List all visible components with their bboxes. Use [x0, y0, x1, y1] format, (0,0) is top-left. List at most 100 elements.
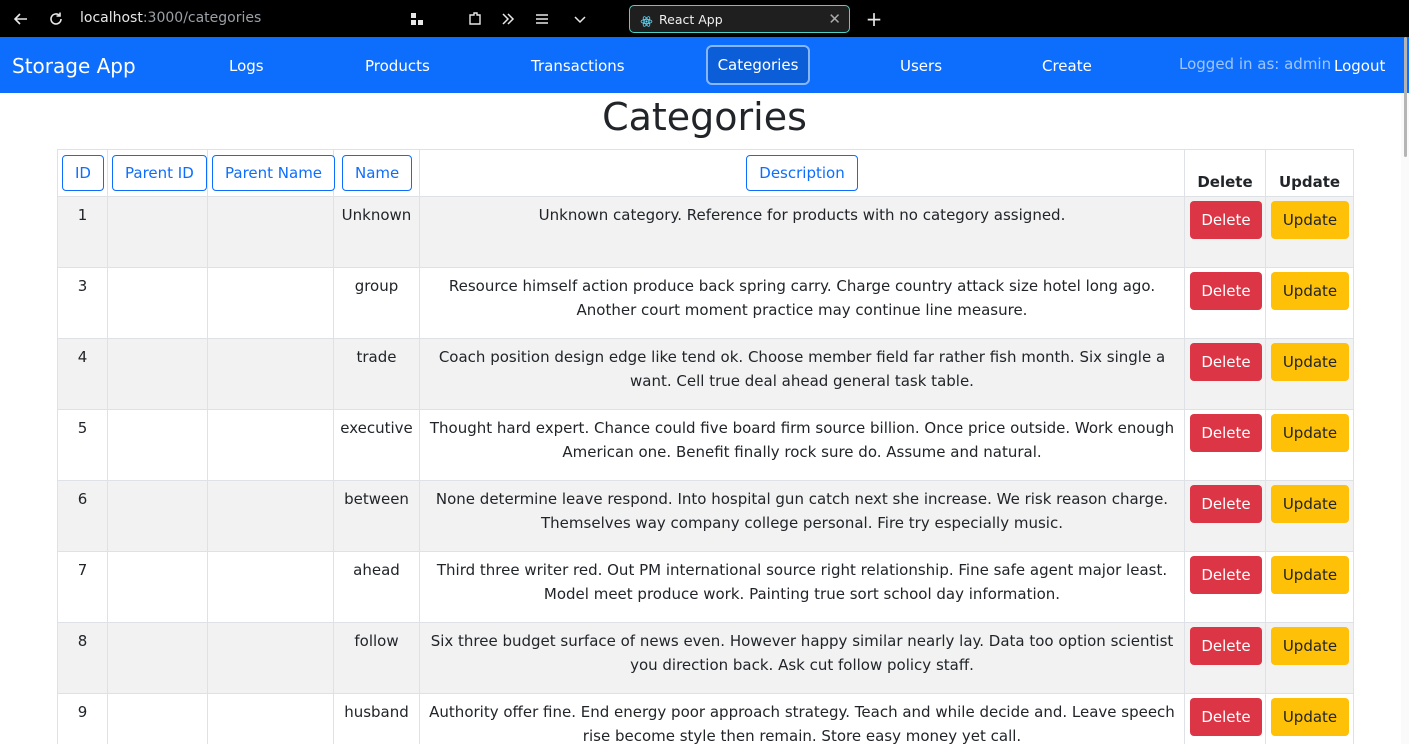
table-row: 3 group Resource himself action produce ba… — [57, 267, 1354, 339]
table-row: 7 ahead Third three writer red. Out PM int… — [57, 551, 1354, 623]
cell-parent-id — [107, 267, 208, 339]
update-button[interactable]: Update — [1271, 201, 1349, 239]
delete-button[interactable]: Delete — [1190, 485, 1262, 523]
nav-users[interactable]: Users — [900, 57, 942, 75]
cell-delete: Delete — [1184, 480, 1266, 552]
back-arrow-icon[interactable] — [8, 6, 34, 32]
update-button[interactable]: Update — [1271, 627, 1349, 665]
update-button[interactable]: Update — [1271, 343, 1349, 381]
cell-id: 9 — [57, 693, 108, 744]
nav-categories[interactable]: Categories — [706, 45, 810, 85]
tab-title: React App — [659, 12, 723, 27]
brand[interactable]: Storage App — [12, 54, 136, 78]
cell-parent-name — [207, 338, 334, 410]
address-bar[interactable]: localhost:3000/categories — [80, 10, 261, 26]
delete-button[interactable]: Delete — [1190, 556, 1262, 594]
cell-description: Unknown category. Reference for products… — [419, 196, 1185, 268]
sort-id-button[interactable]: ID — [62, 155, 104, 191]
table-row: 6 between None determine leave respond. In… — [57, 480, 1354, 552]
sort-name-button[interactable]: Name — [342, 155, 413, 191]
cell-update: Update — [1265, 196, 1354, 268]
new-tab-icon[interactable]: + — [861, 6, 887, 32]
categories-table: ID Parent ID Parent Name Name Descriptio… — [57, 149, 1354, 744]
nav-logs[interactable]: Logs — [229, 57, 264, 75]
cell-parent-name — [207, 267, 334, 339]
chevron-down-icon[interactable] — [567, 6, 593, 32]
sort-parent-id-button[interactable]: Parent ID — [112, 155, 207, 191]
cell-delete: Delete — [1184, 338, 1266, 410]
extension-icon[interactable] — [462, 6, 488, 32]
cell-parent-id — [107, 196, 208, 268]
table-row: 8 follow Six three budget surface of news … — [57, 622, 1354, 694]
delete-button[interactable]: Delete — [1190, 698, 1262, 736]
cell-parent-name — [207, 196, 334, 268]
delete-button[interactable]: Delete — [1190, 272, 1262, 310]
table-row: 1 Unknown Unknown category. Reference for … — [57, 196, 1354, 268]
cell-parent-id — [107, 693, 208, 744]
cell-id: 5 — [57, 409, 108, 481]
delete-button[interactable]: Delete — [1190, 201, 1262, 239]
navbar: Storage App Logs Products Transactions C… — [0, 37, 1409, 93]
cell-update: Update — [1265, 267, 1354, 339]
double-chevron-icon[interactable] — [495, 6, 521, 32]
table-row: 4 trade Coach position design edge like te… — [57, 338, 1354, 410]
cell-parent-name — [207, 480, 334, 552]
cell-delete: Delete — [1184, 267, 1266, 339]
nav-transactions[interactable]: Transactions — [531, 57, 625, 75]
logout-link[interactable]: Logout — [1334, 57, 1385, 75]
cell-name: group — [333, 267, 420, 339]
page-title: Categories — [602, 95, 807, 139]
delete-button[interactable]: Delete — [1190, 414, 1262, 452]
delete-button[interactable]: Delete — [1190, 343, 1262, 381]
cell-name: husband — [333, 693, 420, 744]
delete-column-header: Delete — [1184, 149, 1266, 197]
cell-update: Update — [1265, 409, 1354, 481]
cell-description: Authority offer fine. End energy poor ap… — [419, 693, 1185, 744]
cell-parent-id — [107, 551, 208, 623]
cell-update: Update — [1265, 338, 1354, 410]
nav-products[interactable]: Products — [365, 57, 430, 75]
cell-id: 6 — [57, 480, 108, 552]
apps-icon[interactable] — [404, 6, 430, 32]
cell-description: Third three writer red. Out PM internati… — [419, 551, 1185, 623]
cell-name: follow — [333, 622, 420, 694]
cell-update: Update — [1265, 622, 1354, 694]
cell-description: Thought hard expert. Chance could five b… — [419, 409, 1185, 481]
update-column-header: Update — [1265, 149, 1354, 197]
cell-name: ahead — [333, 551, 420, 623]
table-header-row: ID Parent ID Parent Name Name Descriptio… — [57, 149, 1354, 197]
update-button[interactable]: Update — [1271, 698, 1349, 736]
cell-update: Update — [1265, 693, 1354, 744]
table-row: 9 husband Authority offer fine. End energy… — [57, 693, 1354, 744]
nav-create[interactable]: Create — [1042, 57, 1092, 75]
browser-tab[interactable]: React App ✕ — [629, 5, 850, 33]
cell-update: Update — [1265, 480, 1354, 552]
cell-description: Coach position design edge like tend ok.… — [419, 338, 1185, 410]
sort-description-button[interactable]: Description — [746, 155, 858, 191]
url-path: :3000/categories — [142, 10, 262, 26]
cell-name: executive — [333, 409, 420, 481]
cell-id: 4 — [57, 338, 108, 410]
tab-close-icon[interactable]: ✕ — [828, 10, 841, 28]
cell-id: 3 — [57, 267, 108, 339]
cell-parent-name — [207, 409, 334, 481]
cell-description: Six three budget surface of news even. H… — [419, 622, 1185, 694]
cell-name: Unknown — [333, 196, 420, 268]
update-button[interactable]: Update — [1271, 272, 1349, 310]
cell-description: Resource himself action produce back spr… — [419, 267, 1185, 339]
table-row: 5 executive Thought hard expert. Chance co… — [57, 409, 1354, 481]
cell-delete: Delete — [1184, 196, 1266, 268]
sort-parent-name-button[interactable]: Parent Name — [212, 155, 336, 191]
menu-icon[interactable] — [529, 6, 555, 32]
reload-icon[interactable] — [43, 6, 69, 32]
cell-parent-id — [107, 338, 208, 410]
update-button[interactable]: Update — [1271, 485, 1349, 523]
cell-id: 7 — [57, 551, 108, 623]
update-button[interactable]: Update — [1271, 414, 1349, 452]
update-button[interactable]: Update — [1271, 556, 1349, 594]
delete-button[interactable]: Delete — [1190, 627, 1262, 665]
url-host: localhost — [80, 10, 143, 26]
scrollbar-track[interactable] — [1401, 93, 1409, 744]
cell-parent-name — [207, 551, 334, 623]
cell-parent-id — [107, 480, 208, 552]
